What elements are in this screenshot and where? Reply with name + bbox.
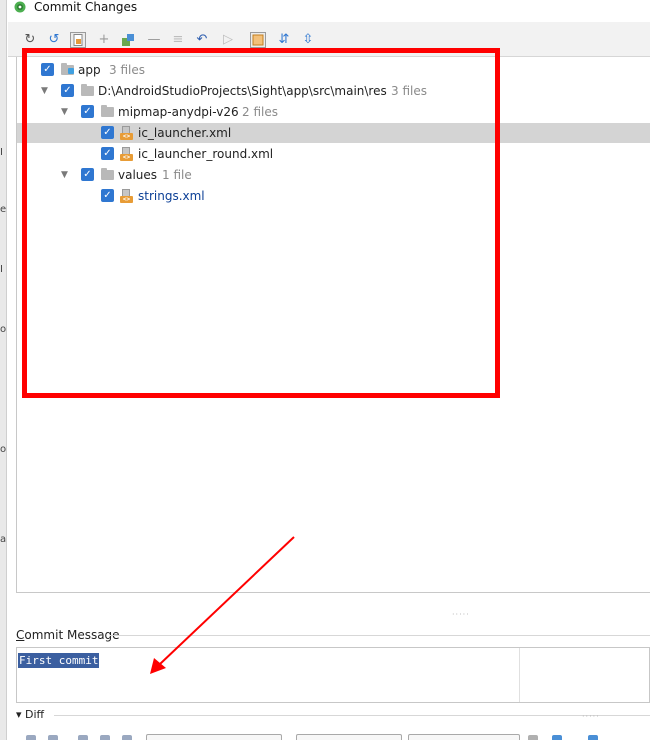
section-divider <box>110 635 650 636</box>
add-icon[interactable]: + <box>96 32 112 48</box>
diff-nav-icon[interactable] <box>100 735 110 740</box>
move-to-changelist-icon[interactable] <box>120 32 136 48</box>
settings-icon[interactable] <box>528 735 538 740</box>
left-tool-strip: I e I o o a <box>0 0 7 740</box>
diff-toolbar <box>16 730 650 740</box>
strip-glyph: o <box>0 445 6 455</box>
group-by-directory-icon[interactable]: ≡ <box>170 32 186 48</box>
undo-icon[interactable]: ↶ <box>194 32 210 48</box>
help-icon[interactable] <box>552 735 562 740</box>
remove-icon[interactable]: — <box>146 32 162 48</box>
strip-glyph: o <box>0 325 6 335</box>
show-diff-icon[interactable] <box>70 32 86 48</box>
commit-message-label-rest: ommit Message <box>24 628 120 642</box>
window-title: Commit Changes <box>34 0 138 14</box>
right-margin-guide <box>519 648 520 702</box>
diff-nav-icon[interactable] <box>122 735 132 740</box>
splitter-grip[interactable]: ····· <box>582 712 600 721</box>
commit-message-text[interactable]: First commit <box>18 653 100 668</box>
window-titlebar: Commit Changes <box>8 0 650 16</box>
diff-nav-icon[interactable] <box>48 735 58 740</box>
diff-nav-icon[interactable] <box>26 735 36 740</box>
commit-message-input[interactable]: First commit <box>16 647 650 703</box>
highlighting-dropdown[interactable] <box>408 734 520 740</box>
expand-all-icon[interactable]: ⇵ <box>276 32 292 48</box>
diff-nav-icon[interactable] <box>78 735 88 740</box>
strip-glyph: I <box>0 265 3 275</box>
android-studio-icon <box>14 1 26 13</box>
diff-label: Diff <box>25 708 45 721</box>
diff-section-toggle[interactable]: ▾ Diff <box>16 708 44 722</box>
commit-message-label: Commit Message <box>16 628 120 642</box>
help-icon[interactable] <box>588 735 598 740</box>
rollback-icon[interactable]: ↺ <box>46 32 62 48</box>
splitter-grip[interactable]: ····· <box>452 610 470 619</box>
diff-viewer-dropdown[interactable] <box>146 734 282 740</box>
section-divider <box>54 715 650 716</box>
whitespace-dropdown[interactable] <box>296 734 402 740</box>
strip-glyph: a <box>0 535 6 545</box>
strip-glyph: e <box>0 205 6 215</box>
annotation-highlight-box <box>22 48 500 398</box>
refresh-icon[interactable]: ↻ <box>22 32 38 48</box>
forward-icon[interactable]: ▷ <box>220 32 236 48</box>
select-changes-icon[interactable] <box>250 32 266 48</box>
strip-glyph: I <box>0 148 3 158</box>
collapse-all-icon[interactable]: ⇳ <box>300 32 316 48</box>
